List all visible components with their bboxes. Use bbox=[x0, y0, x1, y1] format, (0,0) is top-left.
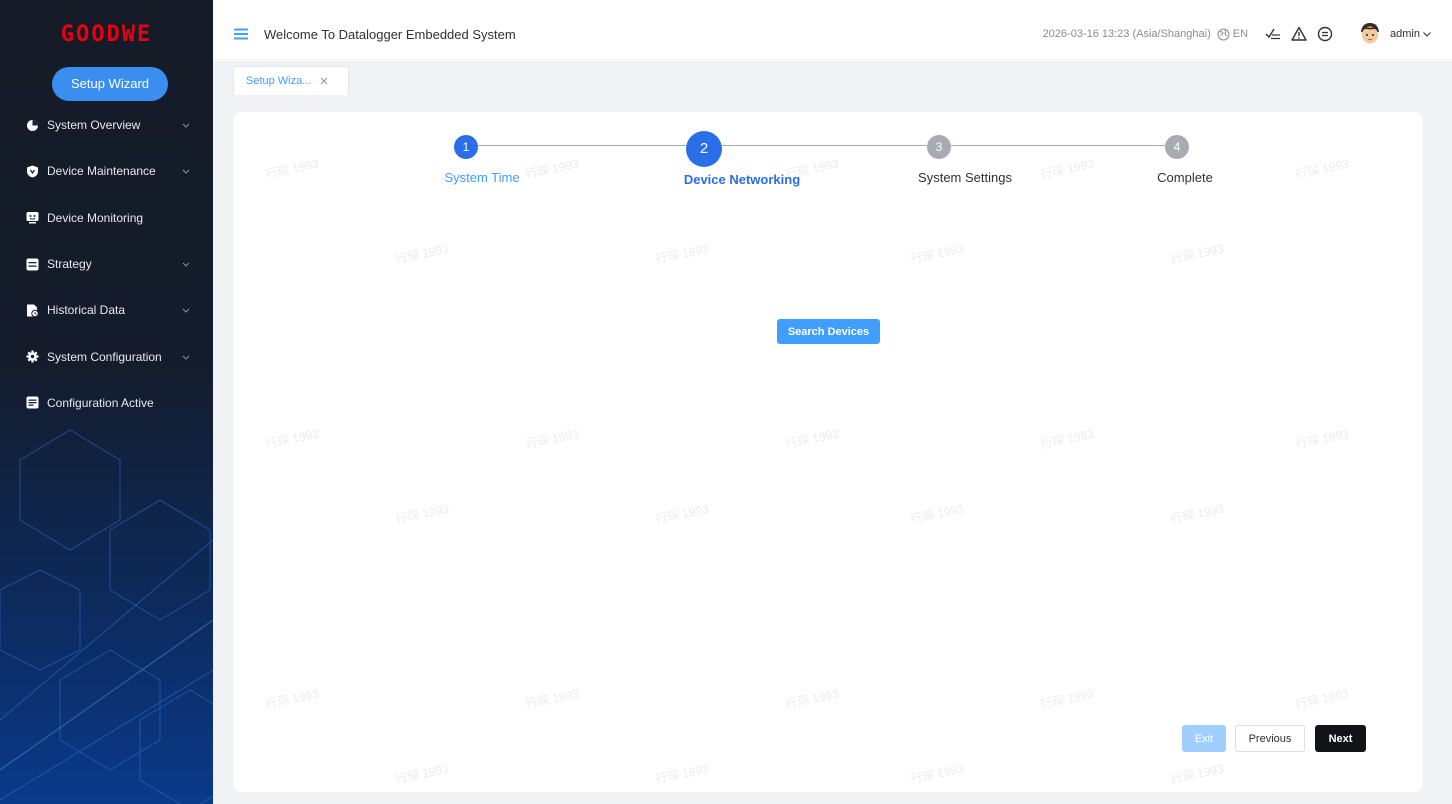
sidebar-item-label: Strategy bbox=[47, 257, 92, 272]
next-button[interactable]: Next bbox=[1315, 725, 1366, 752]
chevron-down-icon bbox=[182, 123, 190, 128]
exit-button[interactable]: Exit bbox=[1182, 725, 1226, 752]
language-selector[interactable]: EN bbox=[1233, 28, 1248, 40]
menu-toggle-icon[interactable] bbox=[234, 27, 248, 41]
sidebar-item-system-configuration[interactable]: System Configuration bbox=[0, 333, 213, 379]
sidebar-item-strategy[interactable]: Strategy bbox=[0, 241, 213, 287]
tabs-bar: Setup Wiza... bbox=[213, 61, 1452, 95]
step-connector bbox=[472, 145, 686, 146]
step-4-label: Complete bbox=[1157, 170, 1213, 185]
shield-icon bbox=[26, 165, 39, 178]
sidebar-item-label: Historical Data bbox=[47, 303, 126, 318]
avatar[interactable] bbox=[1357, 21, 1384, 47]
top-header: Welcome To Datalogger Embedded System 20… bbox=[213, 8, 1452, 60]
step-4-indicator: 4 bbox=[1165, 135, 1189, 159]
header-toolbar: 2026-03-16 13:23 (Asia/Shanghai) EN admi… bbox=[1043, 8, 1452, 60]
sidebar-item-label: Device Maintenance bbox=[47, 164, 156, 179]
sidebar-item-historical-data[interactable]: Historical Data bbox=[0, 287, 213, 333]
sidebar: GOODWE Setup Wizard System Overview Devi… bbox=[0, 0, 213, 804]
check-list-icon[interactable] bbox=[1265, 26, 1281, 42]
previous-button[interactable]: Previous bbox=[1235, 725, 1305, 752]
sidebar-item-label: System Configuration bbox=[47, 349, 162, 364]
step-2-label: Device Networking bbox=[683, 172, 801, 187]
page-title: Welcome To Datalogger Embedded System bbox=[264, 27, 516, 42]
goodwe-logo: GOODWE bbox=[60, 22, 153, 47]
step-2-indicator: 2 bbox=[686, 131, 722, 167]
step-1-label: System Time bbox=[444, 170, 520, 185]
step-connector bbox=[951, 145, 1165, 146]
chevron-down-icon bbox=[182, 170, 190, 175]
config-active-icon bbox=[26, 396, 39, 409]
sidebar-item-label: Configuration Active bbox=[47, 395, 154, 410]
sidebar-item-device-monitoring[interactable]: Device Monitoring bbox=[0, 195, 213, 241]
chevron-down-icon[interactable] bbox=[1422, 29, 1432, 39]
setup-wizard-button[interactable]: Setup Wizard bbox=[52, 67, 168, 101]
chevron-down-icon bbox=[182, 355, 190, 360]
sidebar-item-label: Device Monitoring bbox=[47, 210, 144, 225]
sidebar-item-configuration-active[interactable]: Configuration Active bbox=[0, 380, 213, 426]
search-devices-button[interactable]: Search Devices bbox=[777, 319, 880, 344]
step-3-label: System Settings bbox=[918, 170, 1012, 185]
wizard-card bbox=[233, 112, 1423, 792]
sidebar-item-system-overview[interactable]: System Overview bbox=[0, 102, 213, 148]
datetime-display: 2026-03-16 13:23 (Asia/Shanghai) bbox=[1042, 28, 1211, 40]
globe-icon[interactable] bbox=[1217, 28, 1230, 41]
sidebar-decoration bbox=[0, 429, 213, 804]
chevron-down-icon bbox=[182, 262, 190, 267]
tab-label: Setup Wiza... bbox=[246, 75, 312, 87]
menu-circle-icon[interactable] bbox=[1317, 26, 1333, 42]
step-3-indicator: 3 bbox=[927, 135, 951, 159]
gear-icon bbox=[26, 350, 39, 363]
history-icon bbox=[26, 304, 39, 317]
close-icon[interactable] bbox=[320, 77, 328, 85]
tab-setup-wizard[interactable]: Setup Wiza... bbox=[233, 66, 349, 95]
sidebar-item-label: System Overview bbox=[47, 118, 141, 133]
pie-chart-icon bbox=[26, 119, 39, 132]
chevron-down-icon bbox=[182, 308, 190, 314]
step-connector bbox=[722, 145, 927, 146]
sidebar-item-device-maintenance[interactable]: Device Maintenance bbox=[0, 148, 213, 194]
username-label[interactable]: admin bbox=[1390, 28, 1420, 40]
sidebar-menu: System Overview Device Maintenance Devic… bbox=[0, 102, 213, 426]
warning-icon[interactable] bbox=[1291, 26, 1307, 42]
step-1-indicator: 1 bbox=[454, 135, 478, 159]
strategy-icon bbox=[26, 258, 39, 271]
monitor-icon bbox=[26, 211, 39, 224]
app-root: GOODWE Setup Wizard System Overview Devi… bbox=[0, 0, 1452, 804]
